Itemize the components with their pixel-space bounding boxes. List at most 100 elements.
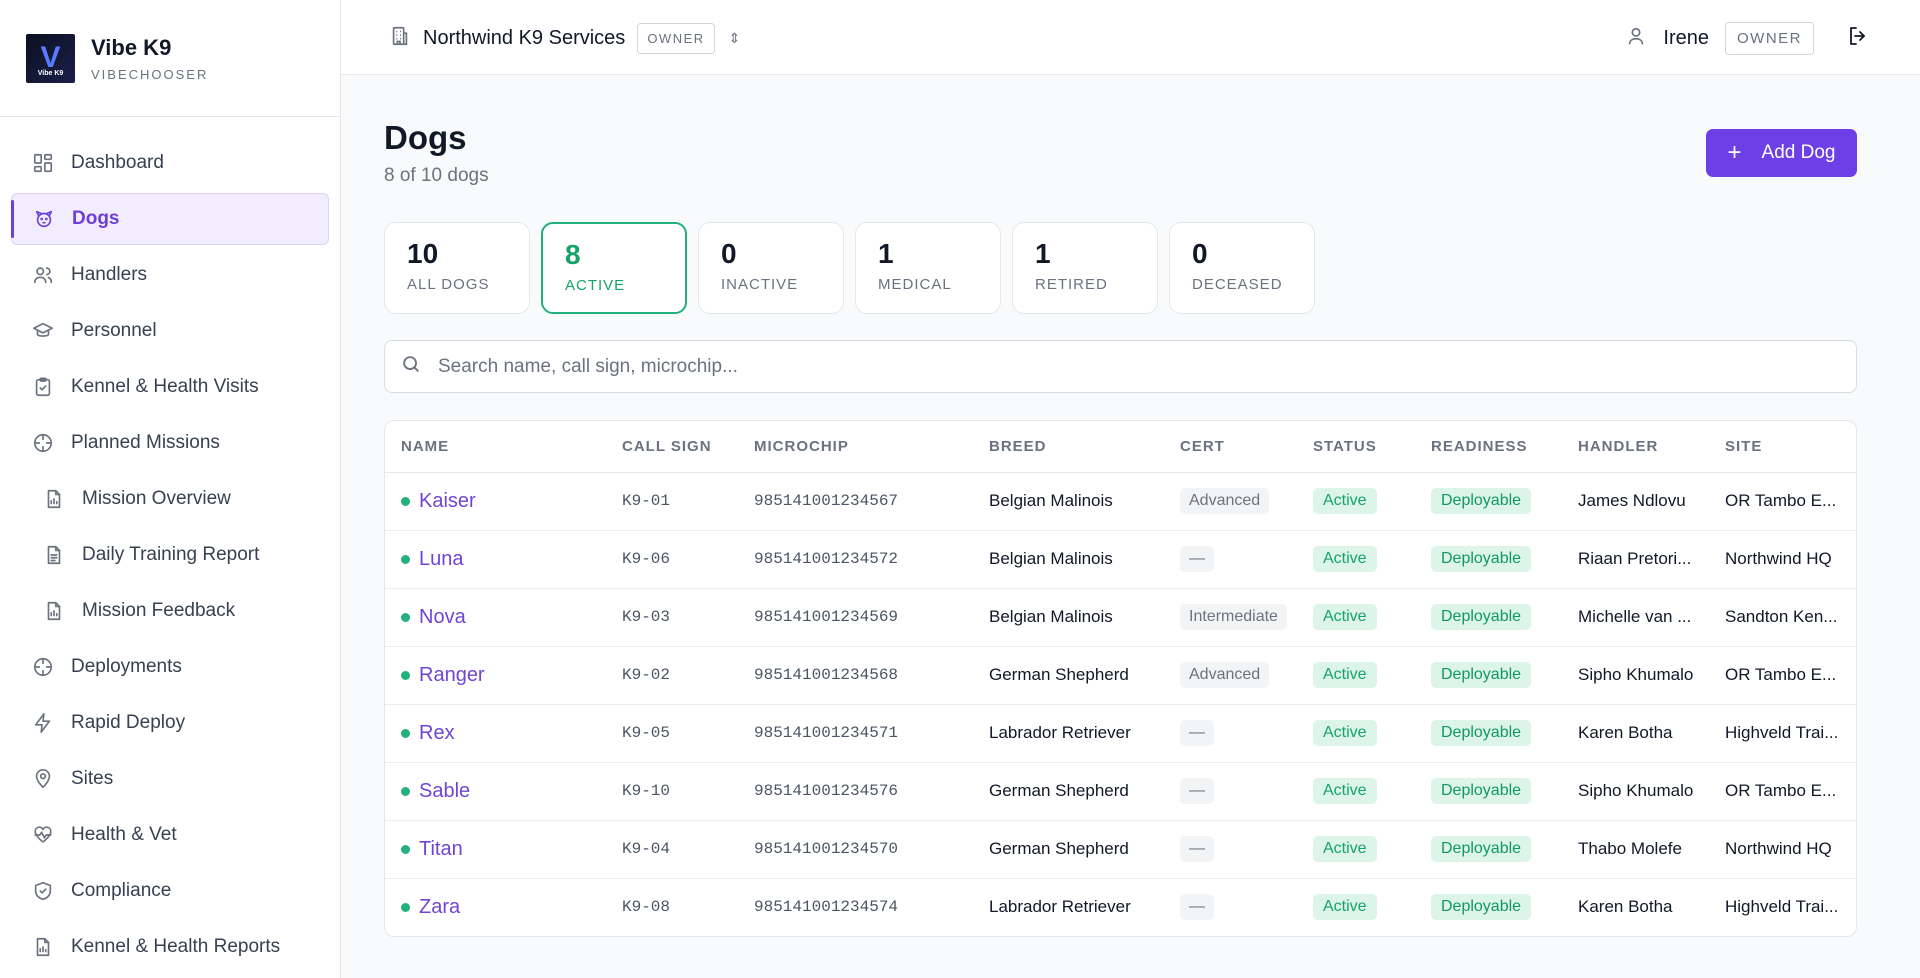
cell-cert: — bbox=[1164, 530, 1297, 589]
table-row[interactable]: Ranger K9-02 985141001234568 German Shepher… bbox=[385, 646, 1856, 705]
sidebar-item-mission-feedback[interactable]: Mission Feedback bbox=[11, 585, 329, 637]
cell-cert: Advanced bbox=[1164, 472, 1297, 531]
sidebar-item-daily-training-report[interactable]: Daily Training Report bbox=[11, 529, 329, 581]
brand[interactable]: V Vibe K9 Vibe K9 VIBECHOOSER bbox=[0, 0, 340, 117]
table-row[interactable]: Titan K9-04 985141001234570 German Shepherd… bbox=[385, 820, 1856, 879]
cell-breed: German Shepherd bbox=[973, 762, 1164, 821]
sidebar-item-deployments[interactable]: Deployments bbox=[11, 641, 329, 693]
cell-handler: James Ndlovu bbox=[1562, 472, 1709, 531]
cert-badge: — bbox=[1180, 720, 1214, 746]
logout-icon[interactable] bbox=[1846, 24, 1870, 53]
cell-breed: Labrador Retriever bbox=[973, 704, 1164, 763]
cell-name: Zara bbox=[385, 878, 606, 936]
status-badge: Active bbox=[1313, 604, 1377, 630]
crosshair-icon bbox=[31, 431, 55, 455]
dog-name-link[interactable]: Zara bbox=[419, 896, 460, 919]
column-header-breed[interactable]: BREED bbox=[973, 421, 1164, 473]
readiness-badge: Deployable bbox=[1431, 662, 1532, 688]
dog-name-link[interactable]: Titan bbox=[419, 838, 463, 861]
column-header-site[interactable]: SITE bbox=[1709, 421, 1856, 473]
sidebar-item-compliance[interactable]: Compliance bbox=[11, 865, 329, 917]
file-text-icon bbox=[42, 543, 66, 567]
column-header-cert[interactable]: CERT bbox=[1164, 421, 1297, 473]
org-switcher[interactable]: Northwind K9 Services OWNER ⇕ bbox=[389, 20, 740, 56]
dog-name-link[interactable]: Sable bbox=[419, 780, 470, 803]
cell-name: Nova bbox=[385, 588, 606, 647]
cell-cert: Advanced bbox=[1164, 646, 1297, 705]
table-row[interactable]: Nova K9-03 985141001234569 Belgian Malinois… bbox=[385, 588, 1856, 647]
cell-microchip: 985141001234570 bbox=[738, 820, 973, 879]
column-header-call-sign[interactable]: CALL SIGN bbox=[606, 421, 738, 473]
dog-name-link[interactable]: Ranger bbox=[419, 664, 485, 687]
cell-microchip: 985141001234571 bbox=[738, 704, 973, 763]
table-header-row: NAME CALL SIGN MICROCHIP BREED CERT STATUS REA… bbox=[385, 421, 1856, 473]
filter-card-count: 1 bbox=[878, 238, 894, 269]
sidebar-item-label: Personnel bbox=[71, 320, 157, 341]
table-row[interactable]: Luna K9-06 985141001234572 Belgian Malinois… bbox=[385, 530, 1856, 589]
dog-name-link[interactable]: Kaiser bbox=[419, 490, 476, 513]
org-role-badge: OWNER bbox=[637, 22, 715, 54]
sidebar-item-handlers[interactable]: Handlers bbox=[11, 249, 329, 301]
column-header-readiness[interactable]: READINESS bbox=[1415, 421, 1562, 473]
cell-readiness: Deployable bbox=[1415, 762, 1562, 821]
dog-name-link[interactable]: Rex bbox=[419, 722, 455, 745]
cell-readiness: Deployable bbox=[1415, 530, 1562, 589]
sidebar-item-dogs[interactable]: Dogs bbox=[11, 193, 329, 245]
cell-site: Highveld Trai... bbox=[1709, 704, 1856, 763]
status-dot bbox=[401, 786, 410, 796]
sidebar-item-kennel-and-health-visits[interactable]: Kennel & Health Visits bbox=[11, 361, 329, 413]
filter-card-all-dogs[interactable]: 10 ALL DOGS bbox=[384, 222, 530, 314]
cell-readiness: Deployable bbox=[1415, 878, 1562, 936]
column-header-status[interactable]: STATUS bbox=[1297, 421, 1415, 473]
sidebar-item-planned-missions[interactable]: Planned Missions bbox=[11, 417, 329, 469]
table-row[interactable]: Rex K9-05 985141001234571 Labrador Retrieve… bbox=[385, 704, 1856, 763]
cell-handler: Karen Botha bbox=[1578, 897, 1673, 917]
cell-handler: Thabo Molefe bbox=[1562, 820, 1709, 879]
column-header-microchip[interactable]: MICROCHIP bbox=[738, 421, 973, 473]
table-row[interactable]: Kaiser K9-01 985141001234567 Belgian Malino… bbox=[385, 472, 1856, 531]
file-chart-icon bbox=[42, 599, 66, 623]
sidebar-item-label: Health & Vet bbox=[71, 824, 177, 845]
sidebar-item-mission-overview[interactable]: Mission Overview bbox=[11, 473, 329, 525]
sidebar-item-label: Mission Overview bbox=[82, 488, 231, 509]
table-row[interactable]: Zara K9-08 985141001234574 Labrador Retriev… bbox=[385, 878, 1856, 936]
cell-cert: Intermediate bbox=[1164, 588, 1297, 647]
cell-breed: Belgian Malinois bbox=[973, 588, 1164, 647]
filter-card-retired[interactable]: 1 RETIRED bbox=[1012, 222, 1158, 314]
sidebar-item-personnel[interactable]: Personnel bbox=[11, 305, 329, 357]
filter-card-label: DECEASED bbox=[1192, 276, 1283, 293]
column-header-name[interactable]: NAME bbox=[385, 421, 606, 473]
filter-card-active[interactable]: 8 ACTIVE bbox=[541, 222, 687, 314]
sidebar-item-health-and-vet[interactable]: Health & Vet bbox=[11, 809, 329, 861]
shield-check-icon bbox=[31, 879, 55, 903]
cell-name: Luna bbox=[385, 530, 606, 589]
sidebar-item-kennel-and-health-reports[interactable]: Kennel & Health Reports bbox=[11, 921, 329, 973]
filter-card-inactive[interactable]: 0 INACTIVE bbox=[698, 222, 844, 314]
cell-microchip: 985141001234567 bbox=[738, 472, 973, 531]
graduation-cap-icon bbox=[31, 319, 55, 343]
sidebar-item-rapid-deploy[interactable]: Rapid Deploy bbox=[11, 697, 329, 749]
filter-card-deceased[interactable]: 0 DECEASED bbox=[1169, 222, 1315, 314]
sidebar-item-sites[interactable]: Sites bbox=[11, 753, 329, 805]
cell-site: OR Tambo E... bbox=[1709, 646, 1856, 705]
filter-card-medical[interactable]: 1 MEDICAL bbox=[855, 222, 1001, 314]
search-input[interactable] bbox=[438, 355, 1738, 378]
dog-name-link[interactable]: Luna bbox=[419, 548, 464, 571]
readiness-badge: Deployable bbox=[1431, 488, 1532, 514]
filter-card-label: ALL DOGS bbox=[407, 276, 490, 293]
search-bar[interactable] bbox=[384, 340, 1857, 393]
add-dog-button[interactable]: + Add Dog bbox=[1706, 129, 1857, 177]
dog-name-link[interactable]: Nova bbox=[419, 606, 466, 629]
cert-badge: Advanced bbox=[1180, 662, 1270, 688]
readiness-badge: Deployable bbox=[1431, 894, 1532, 921]
chevron-up-down-icon[interactable]: ⇕ bbox=[729, 31, 741, 45]
table-row[interactable]: Sable K9-10 985141001234576 German Shepherd… bbox=[385, 762, 1856, 821]
sidebar-item-dashboard[interactable]: Dashboard bbox=[11, 137, 329, 189]
column-header-handler[interactable]: HANDLER bbox=[1562, 421, 1709, 473]
cell-name: Titan bbox=[385, 820, 606, 879]
org-name: Northwind K9 Services bbox=[423, 26, 626, 49]
status-badge: Active bbox=[1313, 488, 1377, 514]
dog-icon bbox=[32, 207, 56, 231]
heart-pulse-icon bbox=[31, 823, 55, 847]
app-subtitle: VIBECHOOSER bbox=[91, 66, 209, 82]
